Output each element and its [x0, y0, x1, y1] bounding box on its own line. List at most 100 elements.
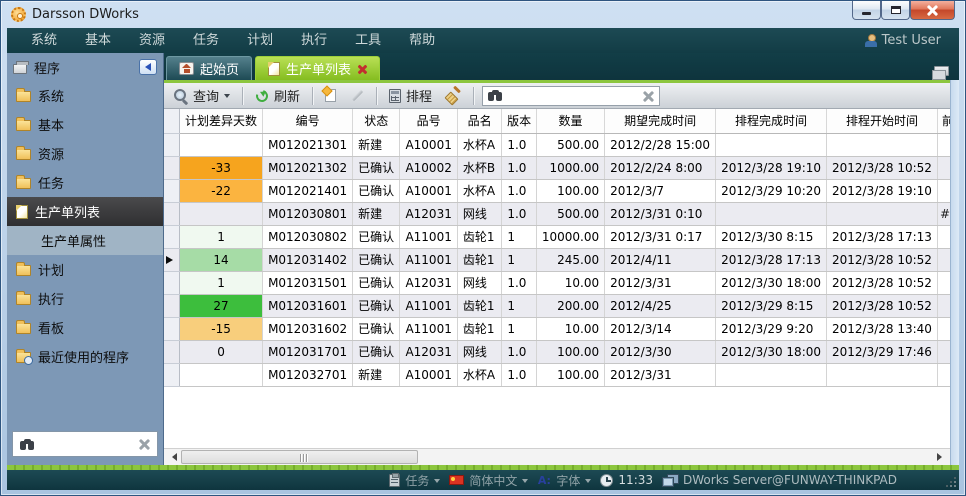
- status-language-menu[interactable]: 简体中文: [449, 472, 528, 489]
- search-icon: [174, 89, 188, 103]
- table-row[interactable]: M012021301新建A10001水杯A1.0500.002012/2/28 …: [164, 133, 959, 156]
- toolbar-search-clear-icon[interactable]: [642, 90, 654, 102]
- sidebar-item-label: 最近使用的程序: [38, 347, 129, 366]
- column-header-sched_finish[interactable]: 排程完成时间: [716, 109, 827, 133]
- resize-grip[interactable]: [946, 477, 956, 487]
- current-user[interactable]: Test User: [865, 33, 949, 48]
- cell-item_no: A10001: [400, 133, 457, 156]
- column-header-version[interactable]: 版本: [502, 109, 537, 133]
- sidebar-collapse-button[interactable]: [139, 59, 157, 75]
- schedule-label: 排程: [406, 86, 432, 105]
- table-row[interactable]: 14M012031402已确认A11001齿轮11245.002012/4/11…: [164, 248, 959, 271]
- sidebar-item-计划[interactable]: 计划: [7, 255, 163, 284]
- column-header-diff[interactable]: 计划差异天数: [180, 109, 263, 133]
- column-header-qty[interactable]: 数量: [536, 109, 604, 133]
- close-button[interactable]: [910, 1, 955, 20]
- menu-item-帮助[interactable]: 帮助: [395, 28, 449, 53]
- sidebar-item-label: 计划: [38, 260, 64, 279]
- status-font-menu[interactable]: 字体: [537, 472, 591, 489]
- row-selector[interactable]: [164, 156, 180, 179]
- sidebar-item-资源[interactable]: 资源: [7, 139, 163, 168]
- column-header-expect_finish[interactable]: 期望完成时间: [605, 109, 716, 133]
- table-row[interactable]: 27M012031601已确认A11001齿轮11200.002012/4/25…: [164, 294, 959, 317]
- scrollbar-thumb[interactable]: [181, 450, 418, 464]
- sidebar-item-生产单属性[interactable]: 生产单属性: [7, 226, 163, 255]
- sidebar-item-看板[interactable]: 看板: [7, 313, 163, 342]
- new-button[interactable]: [321, 87, 340, 104]
- status-task-menu[interactable]: 任务: [389, 472, 440, 489]
- menu-item-系统[interactable]: 系统: [17, 28, 71, 53]
- toolbar-search-input[interactable]: [508, 88, 637, 104]
- tab-home[interactable]: 起始页: [166, 56, 252, 80]
- minimize-button[interactable]: [852, 1, 881, 20]
- row-selector[interactable]: [164, 294, 180, 317]
- menu-item-资源[interactable]: 资源: [125, 28, 179, 53]
- column-header-status[interactable]: 状态: [353, 109, 400, 133]
- row-selector[interactable]: [164, 179, 180, 202]
- cell-item_name: 网线: [457, 271, 502, 294]
- menu-item-任务[interactable]: 任务: [179, 28, 233, 53]
- sidebar-item-最近使用的程序[interactable]: 最近使用的程序: [7, 342, 163, 371]
- table-row[interactable]: 1M012030802已确认A11001齿轮1110000.002012/3/3…: [164, 225, 959, 248]
- table-row[interactable]: -15M012031602已确认A11001齿轮1110.002012/3/14…: [164, 317, 959, 340]
- pencil-icon: [350, 89, 364, 102]
- cell-status: 已确认: [353, 179, 400, 202]
- column-header-code[interactable]: 编号: [263, 109, 353, 133]
- scroll-left-button[interactable]: [164, 449, 180, 465]
- sidebar-item-基本[interactable]: 基本: [7, 110, 163, 139]
- sidebar-search-clear-icon[interactable]: [138, 438, 150, 450]
- window-list-icon[interactable]: [934, 66, 949, 76]
- folder-icon: [16, 178, 31, 189]
- table-row[interactable]: -33M012021302已确认A10002水杯B1.01000.002012/…: [164, 156, 959, 179]
- horizontal-scrollbar[interactable]: [164, 448, 959, 465]
- cell-diff: 0: [180, 340, 263, 363]
- cell-sched_finish: 2012/3/28 17:13: [716, 248, 827, 271]
- edit-button[interactable]: [346, 87, 368, 104]
- window-title: Darsson DWorks: [32, 7, 139, 22]
- tab-close-icon[interactable]: [357, 64, 367, 74]
- sidebar-item-执行[interactable]: 执行: [7, 284, 163, 313]
- row-selector[interactable]: [164, 248, 180, 271]
- sidebar-item-生产单列表[interactable]: 生产单列表: [7, 197, 163, 226]
- sidebar-item-任务[interactable]: 任务: [7, 168, 163, 197]
- row-selector[interactable]: [164, 317, 180, 340]
- query-button[interactable]: 查询: [170, 84, 234, 107]
- refresh-button[interactable]: 刷新: [251, 84, 304, 107]
- menu-item-基本[interactable]: 基本: [71, 28, 125, 53]
- row-selector[interactable]: [164, 363, 180, 386]
- row-selector[interactable]: [164, 271, 180, 294]
- row-selector[interactable]: [164, 225, 180, 248]
- sidebar-search-input[interactable]: [41, 436, 132, 452]
- table-row[interactable]: 0M012031701已确认A12031网线1.0100.002012/3/30…: [164, 340, 959, 363]
- cell-diff: 1: [180, 225, 263, 248]
- maximize-button[interactable]: [881, 1, 910, 20]
- column-header-sched_start[interactable]: 排程开始时间: [827, 109, 938, 133]
- row-selector[interactable]: [164, 202, 180, 225]
- scroll-right-button[interactable]: [933, 449, 949, 465]
- toolbar-search-box: [482, 86, 660, 106]
- column-header-item_no[interactable]: 品号: [400, 109, 457, 133]
- maximize-icon: [891, 6, 901, 14]
- title-bar[interactable]: Darsson DWorks: [7, 1, 959, 28]
- user-name: Test User: [882, 33, 941, 48]
- cell-item_no: A10001: [400, 179, 457, 202]
- table-row[interactable]: 1M012031501已确认A12031网线1.010.002012/3/312…: [164, 271, 959, 294]
- table-row[interactable]: M012032701新建A10001水杯A1.0100.002012/3/31: [164, 363, 959, 386]
- menu-item-工具[interactable]: 工具: [341, 28, 395, 53]
- menu-item-计划[interactable]: 计划: [233, 28, 287, 53]
- cell-item_no: A10001: [400, 363, 457, 386]
- table-row[interactable]: M012030801新建A12031网线1.0500.002012/3/31 0…: [164, 202, 959, 225]
- table-row[interactable]: -22M012021401已确认A10001水杯A1.0100.002012/3…: [164, 179, 959, 202]
- column-header-item_name[interactable]: 品名: [457, 109, 502, 133]
- clear-schedule-button[interactable]: [442, 86, 465, 105]
- row-selector[interactable]: [164, 133, 180, 156]
- cell-diff: -33: [180, 156, 263, 179]
- menu-item-执行[interactable]: 执行: [287, 28, 341, 53]
- menubar-items: 系统基本资源任务计划执行工具帮助: [17, 28, 449, 53]
- schedule-button[interactable]: 排程: [385, 84, 436, 107]
- tab-orders-label: 生产单列表: [286, 59, 351, 78]
- sidebar-item-系统[interactable]: 系统: [7, 81, 163, 110]
- tab-orders-list[interactable]: 生产单列表: [255, 56, 380, 80]
- row-selector[interactable]: [164, 340, 180, 363]
- vertical-scrollbar[interactable]: [950, 80, 959, 465]
